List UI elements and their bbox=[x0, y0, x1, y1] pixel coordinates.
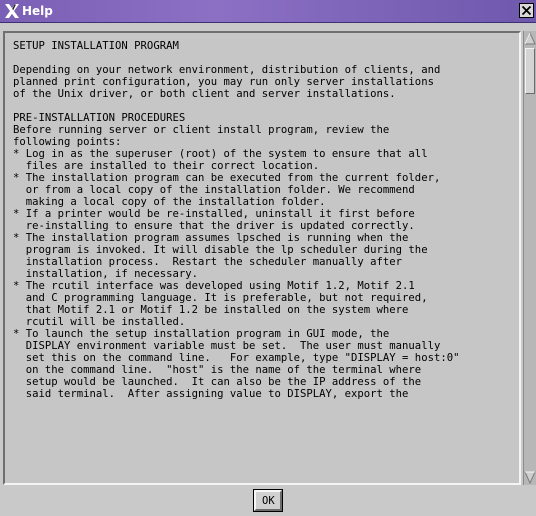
help-text-line: * If a printer would be re-installed, un… bbox=[13, 208, 415, 220]
ok-button[interactable]: OK bbox=[253, 489, 283, 512]
help-text-line: of the Unix driver, or both client and s… bbox=[13, 88, 396, 100]
help-text-line: DISPLAY environment variable must be set… bbox=[13, 340, 441, 352]
help-text: SETUP INSTALLATION PROGRAM Depending on … bbox=[13, 40, 515, 400]
help-text-line: Depending on your network environment, d… bbox=[13, 64, 441, 76]
help-text-line: rcutil will be installed. bbox=[13, 316, 186, 328]
help-text-line: PRE-INSTALLATION PROCEDURES bbox=[13, 112, 186, 124]
title-bar[interactable]: Help bbox=[0, 0, 536, 23]
help-text-line: re-installing to ensure that the driver … bbox=[13, 220, 415, 232]
arrow-down-icon[interactable] bbox=[524, 471, 536, 484]
help-window: Help SETUP INSTALLATION PROGRAM Dependin… bbox=[0, 0, 536, 516]
help-text-line: * The rcutil interface was developed usi… bbox=[13, 280, 415, 292]
help-text-line: or from a local copy of the installation… bbox=[13, 184, 415, 196]
help-text-line: installation process. Restart the schedu… bbox=[13, 256, 403, 268]
vertical-scrollbar[interactable] bbox=[523, 31, 536, 485]
help-text-line: planned print configuration, you may run… bbox=[13, 76, 434, 88]
help-text-line: setup would be launched. It can also be … bbox=[13, 376, 422, 388]
help-text-line: * The installation program assumes lpsch… bbox=[13, 232, 409, 244]
help-text-line: * Log in as the superuser (root) of the … bbox=[13, 148, 428, 160]
help-text-line: said terminal. After assigning value to … bbox=[13, 388, 409, 400]
help-text-line: that Motif 2.1 or Motif 1.2 be installed… bbox=[13, 304, 409, 316]
close-button[interactable] bbox=[519, 3, 534, 18]
help-text-line: files are installed to their correct loc… bbox=[13, 160, 320, 172]
help-text-line: program is invoked. It will disable the … bbox=[13, 244, 428, 256]
help-text-line: Before running server or client install … bbox=[13, 124, 390, 136]
arrow-up-icon[interactable] bbox=[524, 32, 536, 45]
window-title: Help bbox=[22, 4, 53, 18]
help-text-area[interactable]: SETUP INSTALLATION PROGRAM Depending on … bbox=[3, 31, 521, 485]
scroll-thumb[interactable] bbox=[525, 48, 535, 94]
help-text-line: following points: bbox=[13, 136, 122, 148]
help-text-line: * To launch the setup installation progr… bbox=[13, 328, 390, 340]
help-text-line: * The installation program can be execut… bbox=[13, 172, 441, 184]
help-text-line: making a local copy of the installation … bbox=[13, 196, 326, 208]
help-text-line: set this on the command line. For exampl… bbox=[13, 352, 460, 364]
x-logo-icon bbox=[5, 4, 19, 18]
help-text-line: SETUP INSTALLATION PROGRAM bbox=[13, 40, 179, 52]
help-text-line: on the command line. "host" is the name … bbox=[13, 364, 422, 376]
close-icon bbox=[521, 5, 532, 16]
help-text-line: installation, if necessary. bbox=[13, 268, 198, 280]
help-text-line: and C programming language. It is prefer… bbox=[13, 292, 428, 304]
